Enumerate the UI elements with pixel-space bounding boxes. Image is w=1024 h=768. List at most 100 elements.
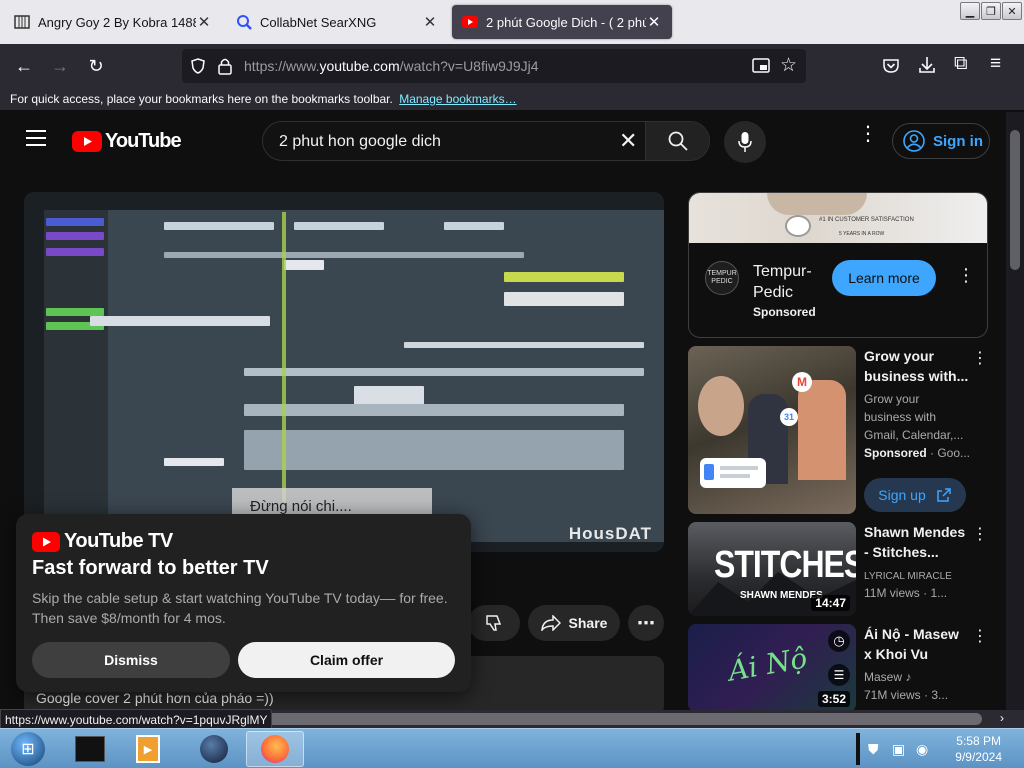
tab-angry-goy[interactable]: Angry Goy 2 By Kobra 1488 : ko ✕	[4, 5, 222, 39]
channel-name[interactable]: Masew ♪	[864, 668, 976, 686]
reload-icon[interactable]: ↻	[82, 52, 110, 80]
share-button[interactable]: Share	[528, 605, 620, 641]
video-thumbnail[interactable]: STITCHES SHAWN MENDES 14:47	[688, 522, 856, 616]
url-bar[interactable]: https://www.youtube.com/watch?v=U8fiw9J9…	[182, 49, 806, 83]
system-clock[interactable]: 5:58 PM 9/9/2024	[955, 733, 1002, 765]
taskbar-app-firefox[interactable]	[246, 731, 304, 767]
close-icon[interactable]: ✕	[422, 13, 438, 31]
sponsored-label: Sponsored	[864, 446, 927, 460]
tab-youtube-active[interactable]: 2 phút Google Dich - ( 2 phút h ✕	[452, 5, 672, 39]
browser-tab-strip: Angry Goy 2 By Kobra 1488 : ko ✕ CollabN…	[0, 0, 1024, 44]
manage-bookmarks-link[interactable]: Manage bookmarks…	[399, 92, 516, 106]
youtube-tv-promo: YouTube TV Fast forward to better TV Ski…	[16, 514, 471, 692]
ad-more-icon[interactable]: ⋮	[957, 265, 975, 286]
claim-offer-button[interactable]: Claim offer	[238, 642, 455, 678]
promo-heading: Fast forward to better TV	[32, 557, 269, 579]
dislike-button[interactable]	[468, 605, 520, 641]
close-icon[interactable]: ✕	[646, 13, 662, 31]
ad-banner-line2: 5 YEARS IN A ROW	[839, 231, 885, 237]
dismiss-button[interactable]: Dismiss	[32, 642, 230, 678]
tab-searxng[interactable]: CollabNet SearXNG ✕	[226, 5, 448, 39]
clock-time: 5:58 PM	[956, 734, 1001, 748]
video-title[interactable]: Shawn Mendes - Stitches...	[864, 522, 976, 562]
lock-icon[interactable]	[218, 57, 232, 75]
search-input[interactable]: 2 phut hon google dich	[279, 133, 441, 151]
watch-later-icon[interactable]: ◷	[828, 630, 850, 652]
desc-line: Grow your	[864, 392, 920, 406]
settings-kebab-icon[interactable]: ⋮	[858, 124, 878, 144]
video-description: Grow your business with Gmail, Calendar,…	[864, 390, 976, 444]
video-title[interactable]: Grow your business with...	[864, 346, 976, 386]
more-actions-icon[interactable]: ⋯	[628, 605, 664, 641]
thumb-title-text: Ái Nộ	[725, 641, 810, 688]
scroll-right-arrow-icon[interactable]: ›	[1000, 711, 1004, 725]
video-more-icon[interactable]: ⋮	[972, 524, 988, 544]
thumb-title-text: STITCHES	[714, 542, 856, 586]
tray-bluetooth-icon[interactable]: ⛊	[868, 741, 879, 758]
terminal-icon	[75, 736, 105, 762]
video-duration: 14:47	[811, 595, 850, 611]
url-text[interactable]: https://www.youtube.com/watch?v=U8fiw9J9…	[244, 58, 539, 74]
video-frame-sidebar	[44, 210, 108, 542]
sponsored-ad-card[interactable]: #1 IN CUSTOMER SATISFACTION 5 YEARS IN A…	[688, 192, 988, 338]
title-line: Ái Nộ - Masew	[864, 626, 959, 642]
youtube-logo-text: YouTube	[105, 130, 182, 152]
video-more-icon[interactable]: ⋮	[972, 348, 988, 368]
start-button[interactable]: ⊞	[2, 731, 54, 767]
video-watermark: HousDAT	[568, 524, 652, 543]
title-line: x Khoi Vu	[864, 646, 929, 662]
desc-line: business with	[864, 410, 937, 424]
picture-in-picture-icon[interactable]	[752, 58, 770, 74]
pocket-icon[interactable]	[882, 58, 900, 74]
video-title[interactable]: Ái Nộ - Masew x Khoi Vu	[864, 624, 976, 664]
award-badge-icon	[785, 215, 811, 237]
hamburger-menu-icon[interactable]: ≡	[990, 53, 1001, 75]
guide-menu-icon[interactable]	[26, 130, 46, 146]
windows-taskbar: ⊞ ▶ ⛊ ▣ ◉ 5:58 PM 9/9/2024	[0, 728, 1024, 768]
vertical-scrollbar[interactable]	[1006, 112, 1024, 710]
advertiser-logo: TEMPUR PEDIC	[705, 261, 739, 295]
video-stats: 11M views · 1...	[864, 586, 948, 600]
taskbar-app-terminal[interactable]	[64, 731, 116, 767]
sign-in-button[interactable]: Sign in	[892, 123, 990, 159]
video-duration: 3:52	[817, 691, 850, 707]
extensions-puzzle-icon[interactable]: ⧉	[954, 53, 968, 75]
close-window-button[interactable]: ✕	[1002, 2, 1022, 20]
advertiser-name: Tempur-Pedic	[753, 261, 823, 303]
back-arrow-icon[interactable]: ←	[10, 52, 38, 80]
tray-network-icon[interactable]: ▣	[892, 741, 905, 758]
search-box[interactable]: 2 phut hon google dich ✕	[262, 121, 710, 161]
maximize-button[interactable]: ❐	[981, 2, 1001, 20]
sponsored-video-google[interactable]: M 31 Grow your business with... Grow you…	[688, 346, 1000, 516]
clear-search-icon[interactable]: ✕	[619, 128, 637, 154]
windows-logo-icon: ⊞	[11, 732, 45, 766]
video-player[interactable]: Đừng nói chi.... HousDAT	[24, 192, 664, 552]
video-thumbnail[interactable]: M 31	[688, 346, 856, 514]
taskbar-app-globe[interactable]	[188, 731, 240, 767]
recommended-video-stitches[interactable]: STITCHES SHAWN MENDES 14:47 Shawn Mendes…	[688, 522, 1000, 616]
bookmark-star-icon[interactable]: ☆	[780, 54, 797, 77]
voice-search-button[interactable]	[724, 121, 766, 163]
learn-more-button[interactable]: Learn more	[832, 260, 936, 296]
sign-up-label: Sign up	[878, 487, 926, 503]
shield-icon[interactable]	[190, 58, 206, 74]
close-icon[interactable]: ✕	[196, 13, 212, 31]
thumb-person-shape	[798, 380, 846, 480]
show-desktop-divider	[856, 733, 860, 765]
download-icon[interactable]	[918, 56, 936, 74]
forward-arrow-icon[interactable]: →	[46, 52, 74, 80]
video-more-icon[interactable]: ⋮	[972, 626, 988, 646]
scrollbar-thumb[interactable]	[1010, 130, 1020, 270]
youtube-tv-logo: YouTube TV	[32, 530, 173, 553]
promo-body: Skip the cable setup & start watching Yo…	[32, 590, 448, 626]
minimize-button[interactable]: ▁	[960, 2, 980, 20]
add-to-queue-icon[interactable]: ☰	[828, 664, 850, 686]
sign-up-button[interactable]: Sign up	[864, 478, 966, 512]
tray-volume-icon[interactable]: ◉	[916, 741, 928, 758]
youtube-logo[interactable]: YouTube	[72, 130, 182, 153]
search-button[interactable]	[645, 122, 709, 160]
video-thumbnail[interactable]: Ái Nộ ◷ ☰ 3:52	[688, 624, 856, 712]
columns-icon	[14, 15, 30, 29]
recommended-video-ai-no[interactable]: Ái Nộ ◷ ☰ 3:52 Ái Nộ - Masew x Khoi Vu M…	[688, 624, 1000, 712]
taskbar-app-media-player[interactable]: ▶	[122, 731, 174, 767]
